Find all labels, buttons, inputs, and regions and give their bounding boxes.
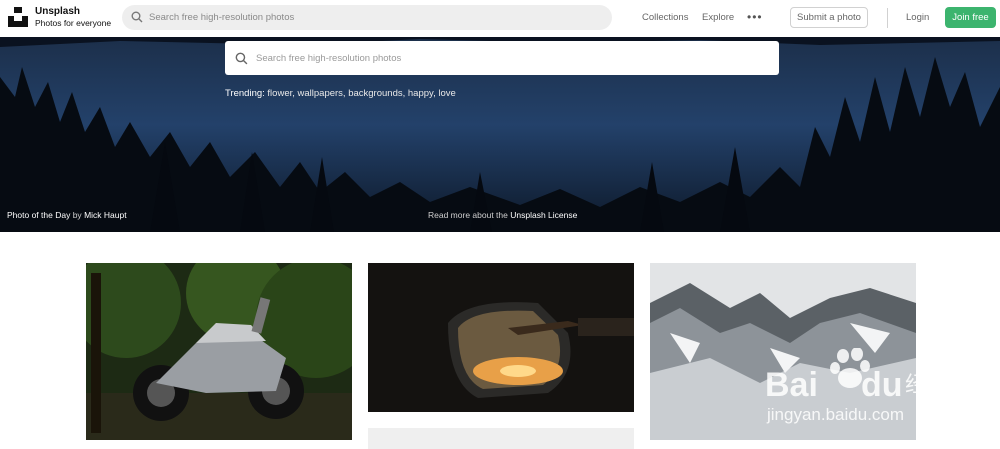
photo-of-day-link[interactable]: Photo of the Day bbox=[7, 210, 70, 220]
loading-photo-placeholder bbox=[368, 428, 634, 449]
trending-links[interactable]: flower, wallpapers, backgrounds, happy, … bbox=[267, 88, 455, 99]
license-prefix: Read more about the bbox=[428, 210, 508, 220]
svg-text:Bai: Bai bbox=[765, 366, 818, 404]
photo-motorcycle[interactable] bbox=[86, 263, 352, 440]
svg-text:经验: 经验 bbox=[905, 373, 949, 398]
unsplash-logo-icon[interactable] bbox=[8, 7, 28, 27]
motorcycle-image bbox=[86, 263, 352, 440]
search-icon bbox=[235, 52, 248, 65]
nav-explore-link[interactable]: Explore bbox=[702, 12, 734, 23]
more-menu-icon[interactable]: ••• bbox=[747, 10, 763, 24]
car-mirror-image bbox=[368, 263, 634, 412]
photo-of-the-day: Photo of the Day by Mick Haupt bbox=[7, 210, 127, 220]
join-free-button[interactable]: Join free bbox=[945, 7, 996, 28]
hero-search-placeholder: Search free high-resolution photos bbox=[256, 53, 402, 64]
baidu-jingyan-watermark: Bai du 经验 jingyan.baidu.com bbox=[765, 348, 949, 424]
search-icon bbox=[131, 11, 143, 23]
nav-search-placeholder: Search free high-resolution photos bbox=[149, 12, 295, 23]
submit-photo-button[interactable]: Submit a photo bbox=[790, 7, 868, 28]
license-note: Read more about the Unsplash License bbox=[428, 210, 577, 220]
nav-collections-link[interactable]: Collections bbox=[642, 12, 688, 23]
photo-car-mirror[interactable] bbox=[368, 263, 634, 412]
hero-banner: Search free high-resolution photos Trend… bbox=[0, 37, 1000, 232]
brand-tagline: Photos for everyone bbox=[35, 18, 112, 28]
brand-name: Unsplash bbox=[35, 6, 81, 17]
svg-text:du: du bbox=[861, 366, 903, 404]
photo-by-label: by bbox=[72, 210, 82, 220]
trending-row: Trending: flower, wallpapers, background… bbox=[225, 88, 456, 99]
svg-text:jingyan.baidu.com: jingyan.baidu.com bbox=[766, 405, 904, 424]
login-link[interactable]: Login bbox=[906, 12, 929, 23]
nav-search-input[interactable]: Search free high-resolution photos bbox=[122, 5, 612, 30]
top-nav: Unsplash Photos for everyone Search free… bbox=[0, 0, 1000, 37]
brand[interactable]: Unsplash Photos for everyone bbox=[35, 6, 111, 29]
nav-divider bbox=[887, 8, 888, 28]
trending-label: Trending: bbox=[225, 88, 265, 99]
hero-search-input[interactable]: Search free high-resolution photos bbox=[225, 41, 779, 75]
license-link[interactable]: Unsplash License bbox=[510, 210, 577, 220]
photo-author-link[interactable]: Mick Haupt bbox=[84, 210, 127, 220]
